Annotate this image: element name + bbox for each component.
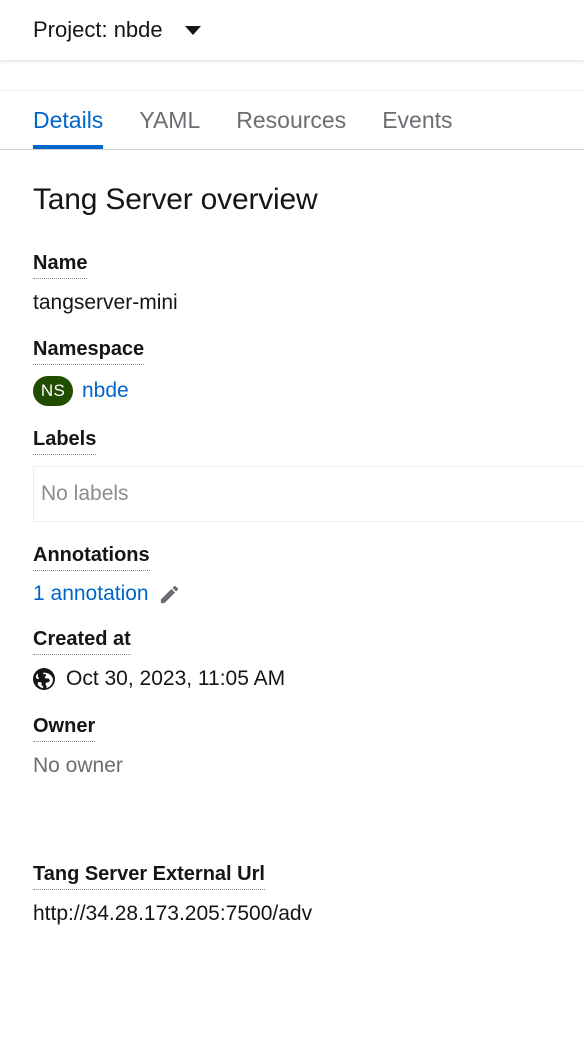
namespace-badge-icon: NS bbox=[33, 376, 73, 407]
page-title: Tang Server overview bbox=[33, 183, 318, 216]
project-selector-label: Project: nbde bbox=[33, 17, 163, 42]
tab-label: Events bbox=[382, 106, 453, 133]
field-owner: Owner No owner bbox=[33, 715, 584, 779]
field-namespace: Namespace NS nbde bbox=[33, 338, 584, 407]
field-label-owner[interactable]: Owner bbox=[33, 715, 96, 742]
field-label-annotations[interactable]: Annotations bbox=[33, 544, 150, 572]
labels-empty-text: No labels bbox=[41, 482, 129, 506]
field-annotations: Annotations 1 annotation bbox=[33, 544, 584, 606]
field-label-namespace[interactable]: Namespace bbox=[33, 338, 145, 366]
project-selector-toggle[interactable]: Project: nbde bbox=[33, 19, 201, 41]
field-external-url: Tang Server External Url http://34.28.17… bbox=[33, 863, 584, 927]
field-value-external-url: http://34.28.173.205:7500/adv bbox=[33, 901, 313, 925]
tab-details[interactable]: Details bbox=[33, 91, 121, 149]
project-selector-bar: Project: nbde bbox=[0, 0, 584, 60]
tab-resources[interactable]: Resources bbox=[218, 91, 364, 149]
tab-yaml[interactable]: YAML bbox=[121, 91, 218, 149]
tab-label: Details bbox=[33, 106, 104, 133]
created-at-value: Oct 30, 2023, 11:05 AM bbox=[66, 667, 286, 691]
namespace-row: NS nbde bbox=[33, 376, 584, 407]
tab-label: YAML bbox=[139, 106, 201, 133]
globe-icon bbox=[33, 668, 55, 691]
created-at-row: Oct 30, 2023, 11:05 AM bbox=[33, 666, 584, 692]
field-label-created-at[interactable]: Created at bbox=[33, 628, 131, 656]
field-value-name: tangserver-mini bbox=[33, 291, 178, 314]
field-labels: Labels No labels bbox=[33, 428, 584, 523]
field-label-labels[interactable]: Labels bbox=[33, 428, 97, 456]
namespace-link[interactable]: nbde bbox=[82, 379, 129, 403]
field-name: Name tangserver-mini bbox=[33, 252, 584, 316]
field-created-at: Created at Oct 30, 2023, 11:05 AM bbox=[33, 628, 584, 692]
field-value-owner: No owner bbox=[33, 753, 123, 777]
pencil-icon[interactable] bbox=[158, 583, 181, 606]
labels-empty-box[interactable]: No labels bbox=[33, 466, 584, 523]
tab-label: Resources bbox=[236, 106, 347, 133]
field-label-name[interactable]: Name bbox=[33, 252, 88, 279]
tab-events[interactable]: Events bbox=[364, 91, 470, 149]
annotations-link[interactable]: 1 annotation bbox=[33, 582, 149, 606]
field-label-external-url[interactable]: Tang Server External Url bbox=[33, 863, 265, 890]
chevron-down-icon bbox=[184, 25, 201, 35]
annotation-row: 1 annotation bbox=[33, 582, 584, 606]
tab-bar: Details YAML Resources Events bbox=[0, 90, 584, 150]
details-panel: Tang Server overview Name tangserver-min… bbox=[0, 150, 584, 927]
